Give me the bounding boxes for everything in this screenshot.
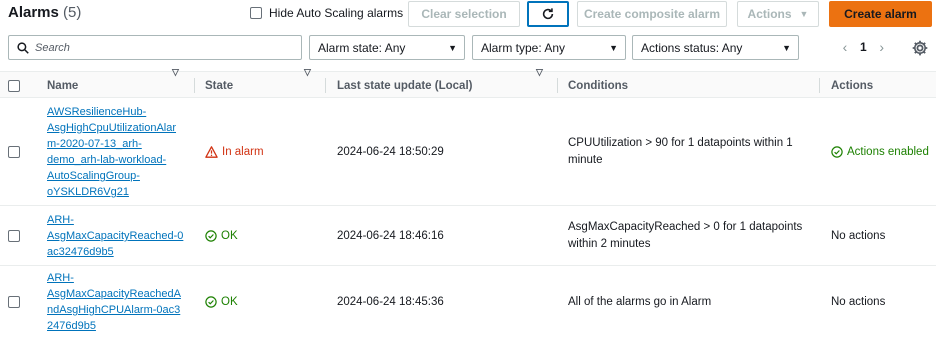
conditions-cell: CPUUtilization > 90 for 1 datapoints wit…	[568, 98, 813, 206]
column-last-update[interactable]: Last state update (Local)	[337, 72, 472, 99]
clear-selection-button[interactable]: Clear selection	[408, 1, 520, 27]
row-select-cell[interactable]	[8, 206, 20, 266]
table-header: Name ▽ State ▽ Last state update (Local)…	[0, 67, 936, 99]
create-composite-alarm-button[interactable]: Create composite alarm	[577, 1, 727, 27]
hide-autoscaling-label: Hide Auto Scaling alarms	[269, 6, 404, 20]
alarm-type-select[interactable]: Alarm type: Any ▼	[472, 35, 626, 60]
actions-status-label: No actions	[831, 296, 886, 308]
column-state-label: State	[205, 79, 234, 92]
caret-down-icon: ▼	[448, 42, 457, 53]
gear-icon[interactable]	[911, 39, 929, 57]
title-text: Alarms	[8, 4, 59, 21]
alarm-name-cell: ARH- AsgMaxCapacityReached-0 ac32476d9b5	[47, 206, 192, 266]
actions-status-label: No actions	[831, 230, 886, 242]
last-update-cell: 2024-06-24 18:50:29	[337, 98, 444, 206]
hide-autoscaling-checkbox[interactable]	[250, 7, 262, 19]
timestamp: 2024-06-24 18:45:36	[337, 296, 444, 308]
check-circle-icon	[205, 296, 217, 308]
state-cell: OK	[205, 266, 238, 338]
condition-text: AsgMaxCapacityReached > 0 for 1 datapoin…	[568, 221, 803, 250]
actions-label: Actions	[747, 7, 792, 21]
column-divider	[819, 78, 820, 93]
actions-cell: No actions	[831, 206, 885, 266]
row-select-cell[interactable]	[8, 266, 20, 338]
page-title: Alarms (5)	[8, 4, 81, 21]
status-badge: OK	[205, 296, 238, 308]
refresh-icon	[542, 8, 554, 20]
current-page[interactable]: 1	[860, 40, 867, 54]
state-label: OK	[221, 296, 238, 308]
column-conditions: Conditions	[568, 72, 628, 99]
state-cell: OK	[205, 206, 238, 266]
condition-text: CPUUtilization > 90 for 1 datapoints wit…	[568, 137, 793, 166]
filter-bar: Alarm state: Any ▼ Alarm type: Any ▼ Act…	[0, 35, 936, 61]
alarm-name-link[interactable]: ARH- AsgMaxCapacityReached-0 ac32476d9b5	[47, 212, 183, 260]
actions-cell: Actions enabled	[831, 98, 929, 206]
actions-status-select[interactable]: Actions status: Any ▼	[632, 35, 799, 60]
table-row[interactable]: ARH- AsgMaxCapacityReached-0 ac32476d9b5…	[0, 206, 936, 266]
column-last-update-label: Last state update (Local)	[337, 79, 473, 92]
conditions-cell: All of the alarms go in Alarm	[568, 266, 813, 338]
row-select-cell[interactable]	[8, 98, 20, 206]
actions-status-value: Actions status: Any	[641, 40, 743, 55]
alarm-state-select[interactable]: Alarm state: Any ▼	[309, 35, 465, 60]
actions-status: Actions enabled	[831, 146, 929, 158]
alarm-name-link[interactable]: AWSResilienceHub- AsgHighCpuUtilizationA…	[47, 104, 176, 200]
alarm-count: (5)	[63, 4, 82, 21]
table-row[interactable]: ARH- AsgMaxCapacityReachedA ndAsgHighCPU…	[0, 266, 936, 338]
last-update-cell: 2024-06-24 18:46:16	[337, 206, 444, 266]
row-checkbox[interactable]	[8, 296, 20, 308]
state-cell: In alarm	[205, 98, 264, 206]
search-box[interactable]	[8, 35, 302, 60]
timestamp: 2024-06-24 18:50:29	[337, 146, 444, 158]
create-alarm-button[interactable]: Create alarm	[829, 1, 932, 27]
previous-page-icon[interactable]: ‹	[836, 39, 854, 55]
warning-icon	[205, 146, 218, 158]
caret-down-icon: ▼	[782, 42, 791, 53]
column-state[interactable]: State	[205, 72, 233, 99]
alarm-name-cell: AWSResilienceHub- AsgHighCpuUtilizationA…	[47, 98, 192, 206]
actions-cell: No actions	[831, 266, 885, 338]
last-update-cell: 2024-06-24 18:45:36	[337, 266, 444, 338]
refresh-button[interactable]	[527, 1, 569, 27]
state-label: In alarm	[222, 146, 264, 158]
search-icon	[17, 41, 29, 54]
select-all-cell[interactable]	[8, 72, 20, 99]
conditions-cell: AsgMaxCapacityReached > 0 for 1 datapoin…	[568, 206, 813, 266]
column-name[interactable]: Name	[47, 72, 78, 99]
column-actions-label: Actions	[831, 79, 874, 92]
caret-down-icon: ▼	[609, 42, 618, 53]
column-name-label: Name	[47, 79, 79, 92]
check-circle-icon	[831, 146, 843, 158]
select-all-checkbox[interactable]	[8, 79, 20, 92]
alarm-state-value: Alarm state: Any	[318, 40, 406, 55]
column-divider	[557, 78, 558, 93]
actions-status-label: Actions enabled	[847, 146, 929, 158]
alarm-name-link[interactable]: ARH- AsgMaxCapacityReachedA ndAsgHighCPU…	[47, 270, 181, 334]
status-badge: In alarm	[205, 146, 264, 158]
hide-autoscaling-toggle[interactable]: Hide Auto Scaling alarms	[250, 6, 403, 20]
column-divider	[194, 78, 195, 93]
column-conditions-label: Conditions	[568, 79, 629, 92]
alarm-name-cell: ARH- AsgMaxCapacityReachedA ndAsgHighCPU…	[47, 266, 192, 338]
state-label: OK	[221, 230, 238, 242]
column-actions: Actions	[831, 72, 873, 99]
column-divider	[325, 78, 326, 93]
table-row[interactable]: AWSResilienceHub- AsgHighCpuUtilizationA…	[0, 98, 936, 206]
alarm-type-value: Alarm type: Any	[481, 40, 566, 55]
alarms-header: Alarms (5) Hide Auto Scaling alarms Clea…	[0, 0, 936, 28]
status-badge: OK	[205, 230, 238, 242]
condition-text: All of the alarms go in Alarm	[568, 295, 712, 308]
check-circle-icon	[205, 230, 217, 242]
next-page-icon[interactable]: ›	[873, 39, 891, 55]
row-checkbox[interactable]	[8, 230, 20, 242]
row-checkbox[interactable]	[8, 146, 20, 158]
search-input[interactable]	[35, 41, 285, 54]
actions-dropdown-button[interactable]: Actions ▼	[737, 1, 819, 27]
timestamp: 2024-06-24 18:46:16	[337, 230, 444, 242]
caret-down-icon: ▼	[799, 9, 809, 19]
pagination: ‹ 1 ›	[836, 39, 891, 55]
